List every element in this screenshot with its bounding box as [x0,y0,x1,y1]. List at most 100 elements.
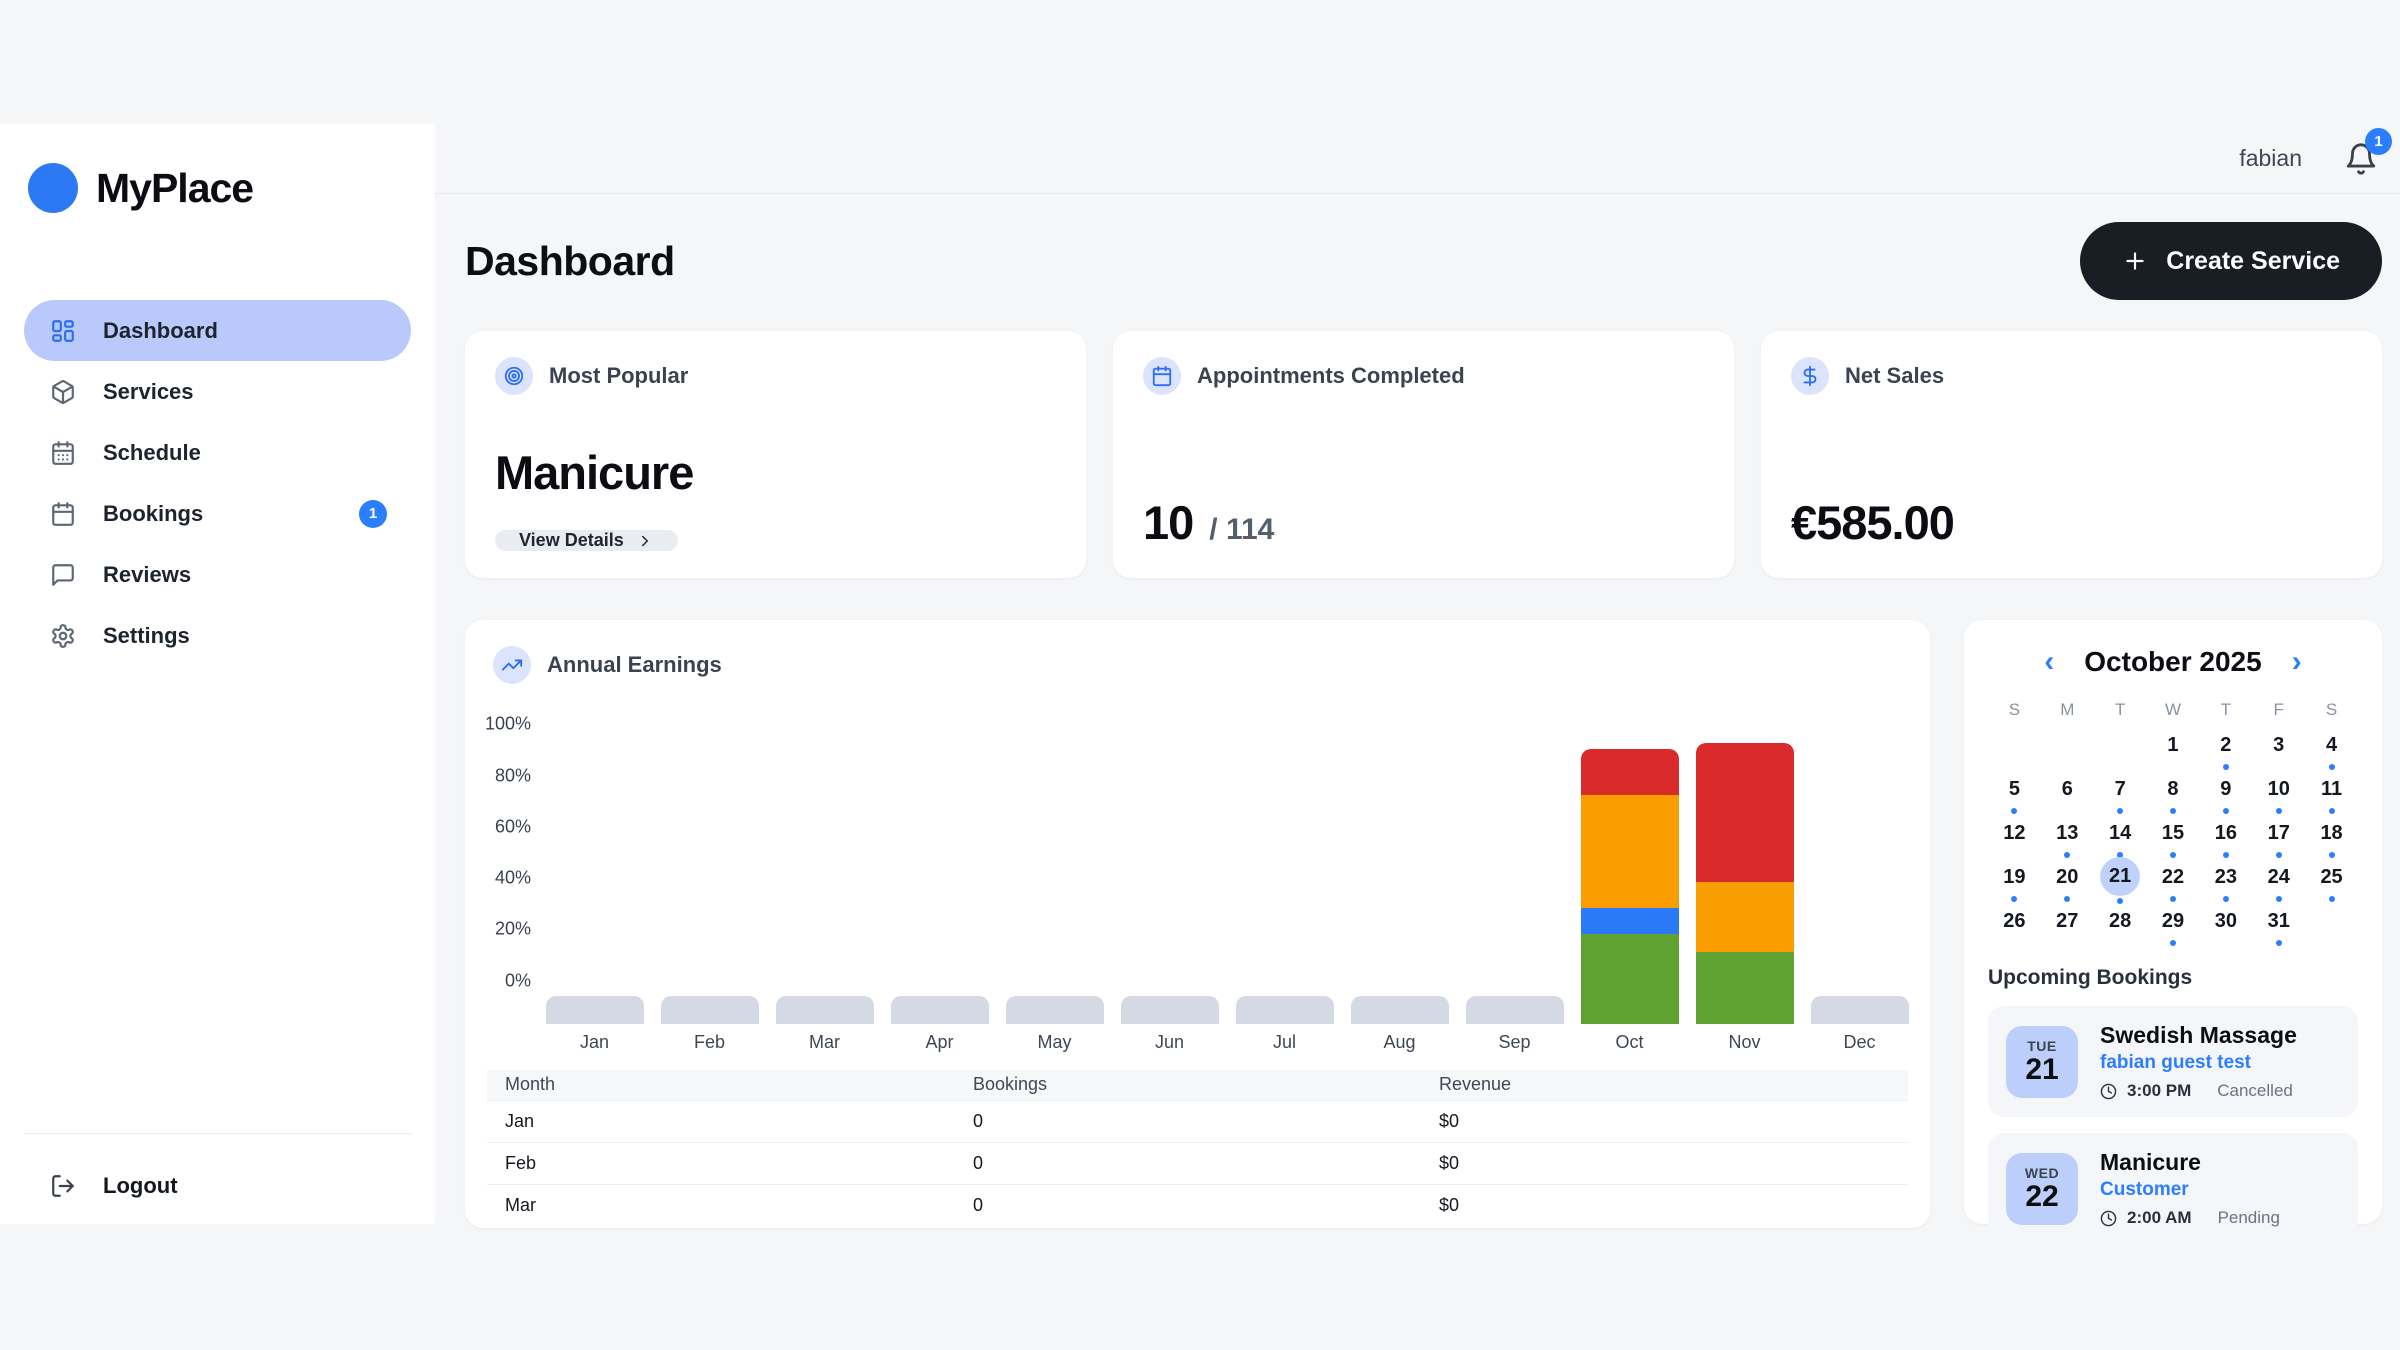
calendar-day-9[interactable]: 9 [2199,772,2252,816]
brand-logo: MyPlace [0,124,435,214]
notifications-button[interactable]: 1 [2344,142,2378,176]
calendar-day-number: 9 [2207,772,2245,806]
upcoming-bookings-heading: Upcoming Bookings [1988,966,2358,990]
calendar-day-13[interactable]: 13 [2041,816,2094,860]
calendar-day-19[interactable]: 19 [1988,860,2041,904]
x-axis-label: Sep [1457,1032,1572,1053]
calendar-day-3[interactable]: 3 [2252,728,2305,772]
calendar-day-number: 5 [1995,772,2033,806]
calendar-next-button[interactable]: › [2292,647,2302,677]
clock-icon [2100,1210,2117,1227]
sidebar-bottom: Logout [0,1133,435,1224]
booking-customer-link[interactable]: fabian guest test [2100,1052,2297,1074]
calendar-day-17[interactable]: 17 [2252,816,2305,860]
booking-status: Pending [2218,1208,2280,1228]
calendar-day-10[interactable]: 10 [2252,772,2305,816]
table-cell: 0 [973,1100,1439,1142]
bar-mar [767,996,882,1024]
calendar-panel: ‹ October 2025 › SMTWTFS1234567891011121… [1964,620,2382,1224]
card-label-row: Net Sales [1791,357,2352,395]
calendar-day-28[interactable]: 28 [2094,904,2147,948]
empty-bar-placeholder [1351,996,1449,1024]
bar-jan [537,996,652,1024]
calendar-event-dot [2276,896,2282,902]
sidebar-item-bookings[interactable]: Bookings1 [24,483,411,544]
earnings-table: MonthBookingsRevenue Jan0$0Feb0$0Mar0$0 [487,1070,1908,1226]
calendar-day-18[interactable]: 18 [2305,816,2358,860]
booking-customer-link[interactable]: Customer [2100,1179,2280,1201]
calendar-event-dot [2223,808,2229,814]
chevron-right-icon [636,532,654,550]
calendar-day-4[interactable]: 4 [2305,728,2358,772]
stacked-bar [1581,749,1679,1024]
calendar-day-number: 2 [2207,728,2245,762]
clock-icon [2100,1083,2117,1100]
table-row: Feb0$0 [487,1142,1908,1184]
calendar-day-14[interactable]: 14 [2094,816,2147,860]
booking-card[interactable]: WED22ManicureCustomer2:00 AMPending [1988,1133,2358,1244]
calendar-event-dot [2276,940,2282,946]
calendar-day-empty [2305,904,2358,948]
calendar-day-22[interactable]: 22 [2147,860,2200,904]
calendar-event-dot [2170,808,2176,814]
calendar-weekday: S [2305,700,2358,728]
calendar-event-dot [2011,896,2017,902]
calendar-day-number: 1 [2154,728,2192,762]
calendar-event-dot [2329,852,2335,858]
sidebar-item-schedule[interactable]: Schedule [24,422,411,483]
calendar-day-8[interactable]: 8 [2147,772,2200,816]
calendar-day-number: 19 [1995,860,2033,894]
booking-card[interactable]: TUE21Swedish Massagefabian guest test3:0… [1988,1006,2358,1117]
annual-earnings-card: Annual Earnings 100%80%60%40%20%0% JanFe… [465,620,1930,1228]
calendar-day-26[interactable]: 26 [1988,904,2041,948]
calendar-event-dot [2170,852,2176,858]
calendar-day-12[interactable]: 12 [1988,816,2041,860]
calendar-day-31[interactable]: 31 [2252,904,2305,948]
calendar-event-dot [2223,764,2229,770]
calendar-day-7[interactable]: 7 [2094,772,2147,816]
calendar-day-20[interactable]: 20 [2041,860,2094,904]
bar-nov [1687,743,1802,1024]
appointments-value-row: 10 / 114 [1143,495,1704,550]
table-cell: $0 [1439,1142,1908,1184]
sidebar-item-services[interactable]: Services [24,361,411,422]
calendar-day-5[interactable]: 5 [1988,772,2041,816]
calendar-day-27[interactable]: 27 [2041,904,2094,948]
bar-jul [1227,996,1342,1024]
calendar-weekday: M [2041,700,2094,728]
calendar-day-6[interactable]: 6 [2041,772,2094,816]
dashboard-icon [50,318,76,344]
calendar-day-23[interactable]: 23 [2199,860,2252,904]
sidebar-item-label: Services [103,379,194,405]
x-axis-label: Jul [1227,1032,1342,1053]
logout-button[interactable]: Logout [24,1168,411,1204]
calendar-day-30[interactable]: 30 [2199,904,2252,948]
calendar-day-number: 25 [2313,860,2351,894]
calendar-day-number: 3 [2260,728,2298,762]
calendar-day-1[interactable]: 1 [2147,728,2200,772]
calendar-day-number: 16 [2207,816,2245,850]
calendar-day-24[interactable]: 24 [2252,860,2305,904]
stat-cards-row: Most Popular Manicure View Details Appoi… [465,331,2382,578]
y-axis-tick: 100% [465,714,531,735]
calendar-day-15[interactable]: 15 [2147,816,2200,860]
x-axis-label: Jun [1112,1032,1227,1053]
sidebar-item-dashboard[interactable]: Dashboard [24,300,411,361]
calendar-day-2[interactable]: 2 [2199,728,2252,772]
sidebar-item-settings[interactable]: Settings [24,605,411,666]
bar-dec [1802,996,1917,1024]
sidebar-item-reviews[interactable]: Reviews [24,544,411,605]
create-service-button[interactable]: Create Service [2080,222,2382,300]
calendar-day-21[interactable]: 21 [2094,860,2147,904]
calendar-day-number: 30 [2207,904,2245,938]
calendar-event-dot [2064,852,2070,858]
calendar-day-29[interactable]: 29 [2147,904,2200,948]
logout-icon [50,1173,76,1199]
calendar-prev-button[interactable]: ‹ [2044,647,2054,677]
calendar-day-number: 18 [2313,816,2351,850]
calendar-icon [1143,357,1181,395]
calendar-day-11[interactable]: 11 [2305,772,2358,816]
view-details-button[interactable]: View Details [495,530,678,551]
calendar-day-25[interactable]: 25 [2305,860,2358,904]
calendar-day-16[interactable]: 16 [2199,816,2252,860]
